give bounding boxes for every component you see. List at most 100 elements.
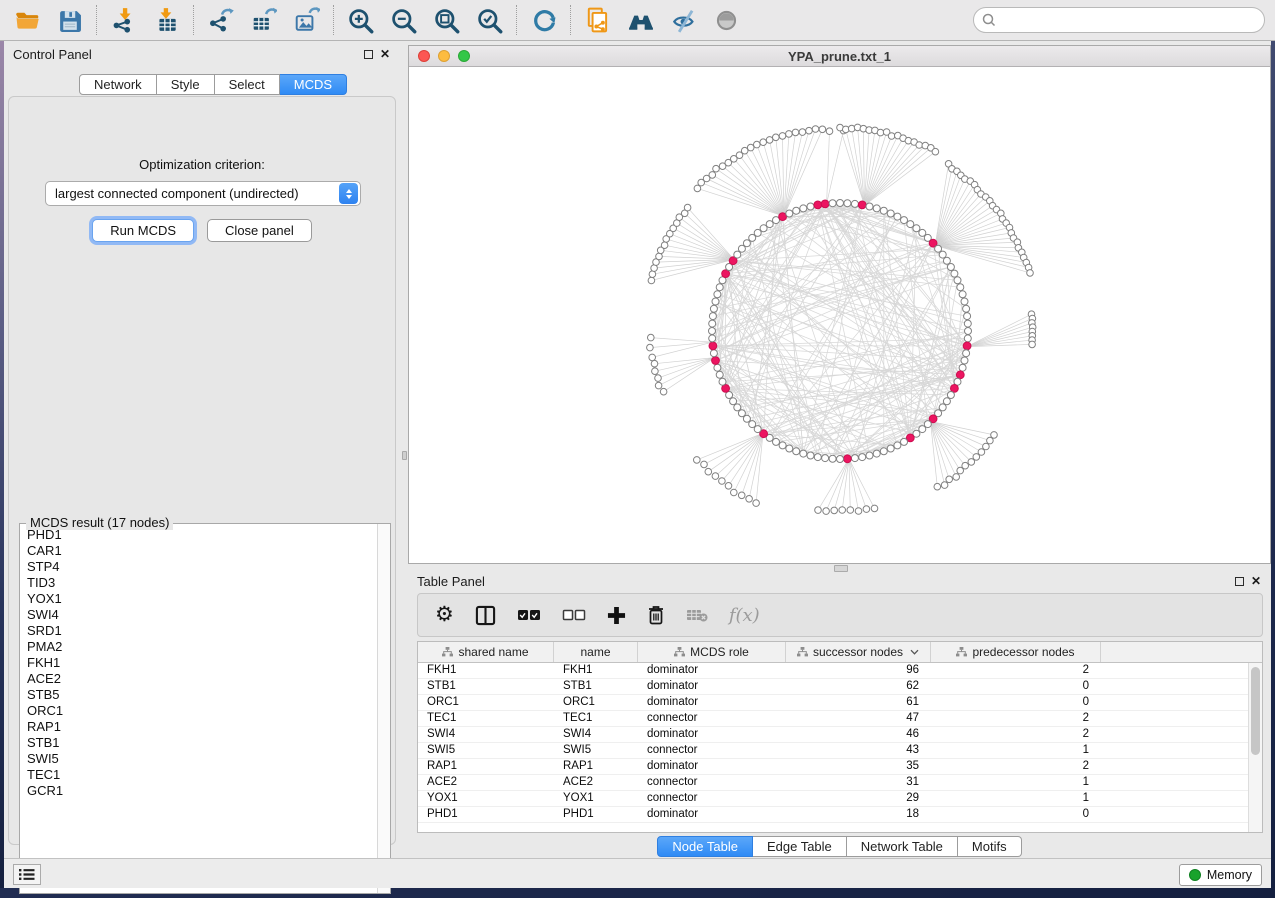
ring-node[interactable] xyxy=(712,298,719,305)
leaf-node[interactable] xyxy=(1029,341,1036,348)
splitter-grip[interactable] xyxy=(402,451,407,460)
leaf-node[interactable] xyxy=(655,382,662,389)
close-panel-button[interactable]: Close panel xyxy=(207,219,312,242)
ring-node[interactable] xyxy=(851,455,858,462)
table-row[interactable]: RAP1RAP1dominator352 xyxy=(418,759,1248,775)
leaf-node[interactable] xyxy=(968,459,975,466)
ring-node[interactable] xyxy=(943,257,950,264)
mcds-result-item[interactable]: YOX1 xyxy=(21,591,376,607)
mcds-result-item[interactable]: SRD1 xyxy=(21,623,376,639)
leaf-node[interactable] xyxy=(701,461,708,468)
mcds-node[interactable] xyxy=(709,342,717,350)
save-session-button[interactable] xyxy=(56,7,83,34)
ring-node[interactable] xyxy=(954,277,961,284)
zoom-out-button[interactable] xyxy=(390,7,417,34)
ring-node[interactable] xyxy=(873,450,880,457)
ring-node[interactable] xyxy=(709,320,716,327)
leaf-node[interactable] xyxy=(656,253,663,260)
ring-node[interactable] xyxy=(807,452,814,459)
leaf-node[interactable] xyxy=(946,476,953,483)
leaf-node[interactable] xyxy=(877,129,884,136)
leaf-node[interactable] xyxy=(648,334,655,341)
ring-node[interactable] xyxy=(716,284,723,291)
table-row[interactable]: ACE2ACE2connector311 xyxy=(418,775,1248,791)
ring-node[interactable] xyxy=(964,320,971,327)
ring-node[interactable] xyxy=(710,350,717,357)
leaf-node[interactable] xyxy=(953,474,960,481)
ring-node[interactable] xyxy=(957,284,964,291)
ring-node[interactable] xyxy=(939,404,946,411)
leaf-node[interactable] xyxy=(863,506,870,513)
float-panel-icon[interactable] xyxy=(364,50,373,59)
close-panel-icon[interactable]: ✕ xyxy=(1251,576,1261,586)
ring-node[interactable] xyxy=(959,291,966,298)
ring-node[interactable] xyxy=(793,448,800,455)
table-settings-button[interactable]: ⚙ xyxy=(435,603,454,627)
ring-node[interactable] xyxy=(913,225,920,232)
leaf-node[interactable] xyxy=(754,141,761,148)
delete-table-button[interactable] xyxy=(686,603,708,627)
mcds-result-item[interactable]: RAP1 xyxy=(21,719,376,735)
ring-node[interactable] xyxy=(793,207,800,214)
mcds-result-item[interactable]: PHD1 xyxy=(21,527,376,543)
leaf-node[interactable] xyxy=(725,483,732,490)
memory-button[interactable]: Memory xyxy=(1179,864,1262,886)
leaf-node[interactable] xyxy=(779,133,786,140)
zoom-in-button[interactable] xyxy=(347,7,374,34)
ring-node[interactable] xyxy=(939,251,946,258)
mcds-result-item[interactable]: TEC1 xyxy=(21,767,376,783)
leaf-node[interactable] xyxy=(651,360,658,367)
leaf-node[interactable] xyxy=(647,344,654,351)
leaf-node[interactable] xyxy=(747,144,754,151)
mcds-result-item[interactable]: SWI4 xyxy=(21,607,376,623)
mcds-node[interactable] xyxy=(844,455,852,463)
ring-node[interactable] xyxy=(814,454,821,461)
ring-node[interactable] xyxy=(807,203,814,210)
ring-node[interactable] xyxy=(866,452,873,459)
ring-node[interactable] xyxy=(947,392,954,399)
select-all-button[interactable] xyxy=(517,603,541,627)
ring-node[interactable] xyxy=(754,229,761,236)
leaf-node[interactable] xyxy=(806,127,813,134)
ring-node[interactable] xyxy=(964,313,971,320)
vertical-splitter[interactable] xyxy=(400,41,408,858)
leaf-node[interactable] xyxy=(786,131,793,138)
network-canvas[interactable] xyxy=(409,67,1270,563)
leaf-node[interactable] xyxy=(649,271,656,278)
ring-node[interactable] xyxy=(837,456,844,463)
ring-node[interactable] xyxy=(709,313,716,320)
leaf-node[interactable] xyxy=(652,368,659,375)
leaf-node[interactable] xyxy=(812,126,819,133)
float-panel-icon[interactable] xyxy=(1235,577,1244,586)
mcds-result-item[interactable]: TID3 xyxy=(21,575,376,591)
create-column-button[interactable] xyxy=(607,603,626,627)
ring-node[interactable] xyxy=(710,305,717,312)
run-mcds-button[interactable]: Run MCDS xyxy=(92,219,194,242)
leaf-node[interactable] xyxy=(934,483,941,490)
ring-node[interactable] xyxy=(738,410,745,417)
table-row[interactable]: SWI5SWI5connector431 xyxy=(418,743,1248,759)
export-network-button[interactable] xyxy=(207,7,234,34)
show-all-button[interactable] xyxy=(713,7,740,34)
ring-node[interactable] xyxy=(734,251,741,258)
ring-node[interactable] xyxy=(766,221,773,228)
mcds-result-item[interactable]: FKH1 xyxy=(21,655,376,671)
refresh-layout-button[interactable] xyxy=(530,7,557,34)
hide-selected-button[interactable] xyxy=(670,7,697,34)
leaf-node[interactable] xyxy=(831,507,838,514)
mcds-result-item[interactable]: SWI5 xyxy=(21,751,376,767)
leaf-node[interactable] xyxy=(987,437,994,444)
import-network-button[interactable] xyxy=(110,7,137,34)
mcds-result-item[interactable]: STB5 xyxy=(21,687,376,703)
ring-node[interactable] xyxy=(829,455,836,462)
leaf-node[interactable] xyxy=(655,375,662,382)
ring-node[interactable] xyxy=(959,364,966,371)
ring-node[interactable] xyxy=(714,364,721,371)
leaf-node[interactable] xyxy=(823,508,830,515)
leaf-node[interactable] xyxy=(819,126,826,133)
ring-node[interactable] xyxy=(837,200,844,207)
table-scrollbar[interactable] xyxy=(1248,663,1262,832)
tab-network[interactable]: Network xyxy=(79,74,157,95)
mcds-result-item[interactable]: STB1 xyxy=(21,735,376,751)
tab-style[interactable]: Style xyxy=(157,74,215,95)
